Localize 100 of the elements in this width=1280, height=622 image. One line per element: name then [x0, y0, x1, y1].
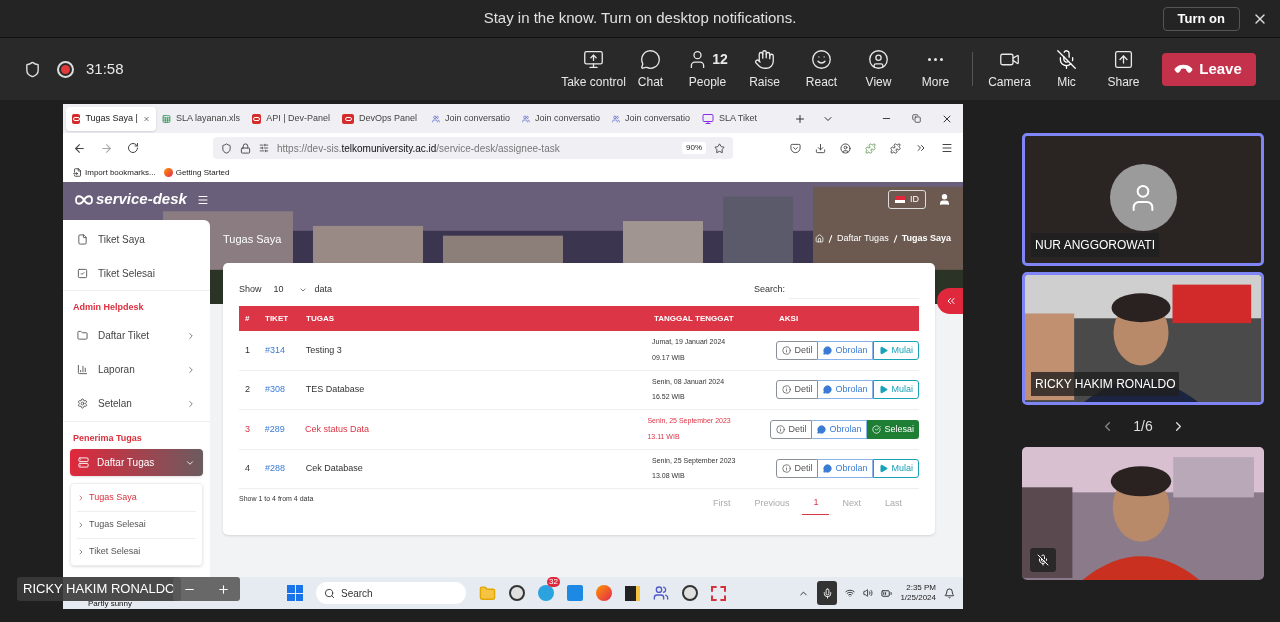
ticket-link[interactable]: #314 — [264, 343, 306, 357]
ticket-link[interactable]: #308 — [264, 383, 306, 397]
detail-button[interactable]: Detil — [776, 380, 819, 400]
telegram-icon[interactable] — [538, 585, 554, 601]
page-indicator: 1/6 — [1133, 416, 1153, 436]
done-button[interactable]: Selesai — [867, 419, 919, 439]
message-button[interactable]: Obrolan — [818, 459, 874, 479]
browser-tab[interactable]: Join conversatio — [426, 106, 516, 131]
toolbar-button[interactable]: Mic — [1038, 42, 1095, 96]
people-count: 12 — [712, 49, 728, 69]
clock-date[interactable]: 1/25/2024 — [900, 593, 936, 603]
battery-icon[interactable] — [881, 587, 893, 599]
sidebar-group-button[interactable]: Daftar Tugas — [70, 449, 203, 476]
browser-logo-icon[interactable] — [596, 585, 612, 601]
bookmark-item[interactable]: Import bookmarks... — [73, 166, 156, 179]
language-button[interactable]: ID — [888, 190, 926, 209]
detail-button[interactable]: Detil — [776, 459, 819, 479]
browser-tab[interactable]: Tugas Saya | — [66, 106, 156, 131]
sidebar-item[interactable]: Tiket Saya — [63, 222, 210, 256]
leave-button[interactable]: Leave — [1162, 52, 1256, 86]
new-tab-icon[interactable] — [794, 112, 806, 125]
back-icon[interactable] — [73, 141, 86, 155]
toolbar-button[interactable]: Camera — [981, 42, 1038, 96]
submenu-item[interactable]: Tugas Selesai — [77, 511, 196, 538]
taskbar-search[interactable]: Search — [316, 582, 466, 604]
pocket-icon[interactable] — [790, 142, 801, 154]
overflow-icon[interactable] — [915, 142, 927, 154]
sidebar-item[interactable]: Daftar Tiket — [63, 318, 210, 353]
detail-button[interactable]: Detil — [776, 340, 819, 360]
infinity-logo-icon — [252, 113, 262, 124]
user-icon[interactable] — [938, 193, 951, 206]
ticket-link[interactable]: #289 — [264, 422, 305, 436]
turn-on-button[interactable]: Turn on — [1162, 6, 1240, 31]
address-bar[interactable]: https://dev-sis.telkomuniversity.ac.id/service-desk/assignee-task 90% — [213, 137, 733, 159]
bookmark-item[interactable]: Getting Started — [163, 166, 230, 179]
team-icon[interactable] — [653, 585, 669, 601]
message-button[interactable]: Obrolan — [818, 340, 874, 360]
browser-tab[interactable]: API | Dev-Panel — [246, 106, 336, 131]
sidebar-item[interactable]: Laporan — [63, 352, 210, 387]
bar-chart-icon — [77, 364, 88, 375]
share-icon — [1113, 48, 1134, 70]
sticky-note-icon[interactable] — [625, 585, 640, 601]
browser-logo-icon — [163, 168, 173, 177]
browser-tab[interactable]: SLA Tiket — [696, 106, 786, 131]
notification-bell-icon[interactable] — [944, 587, 955, 599]
page-size-select[interactable]: 10 — [267, 281, 313, 299]
import-icon — [73, 168, 82, 177]
app-icon[interactable] — [682, 585, 698, 601]
volume-icon[interactable] — [863, 588, 874, 598]
account-icon[interactable] — [840, 142, 851, 154]
checkbox-icon — [77, 267, 88, 279]
browser-tab[interactable]: SLA layanan.xls — [156, 106, 246, 131]
zoom-level[interactable]: 90% — [682, 142, 706, 154]
zoom-in-icon[interactable] — [216, 582, 230, 596]
toolbar-button[interactable]: Raise — [736, 42, 793, 96]
browser-tab[interactable]: Join conversatio — [606, 106, 696, 131]
submenu-item[interactable]: Tiket Selesai — [77, 538, 196, 565]
screen-pointer-icon — [583, 48, 604, 70]
submenu-item[interactable]: Tugas Saya — [77, 484, 196, 511]
extensions-icon[interactable] — [890, 142, 901, 154]
sidebar-item[interactable]: Setelan — [63, 386, 210, 421]
spreadsheet-icon — [162, 112, 171, 125]
restore-icon[interactable] — [912, 114, 921, 123]
reload-icon[interactable] — [127, 142, 139, 154]
download-icon[interactable] — [815, 142, 826, 154]
more-icon — [928, 57, 943, 61]
pagination-link[interactable]: 1 — [802, 496, 830, 515]
detail-button[interactable]: Detil — [770, 419, 813, 439]
row-number: 3 — [244, 422, 251, 436]
participant-tile[interactable]: RICKY HAKIM RONALDO — [1022, 272, 1264, 405]
menu-icon[interactable] — [196, 193, 209, 206]
weather-text[interactable]: Partly sunny — [88, 600, 133, 608]
menu-icon[interactable] — [941, 142, 953, 154]
wifi-icon[interactable] — [845, 588, 856, 598]
clock-time[interactable]: 2:35 PM — [906, 583, 936, 593]
home-icon[interactable] — [815, 234, 825, 244]
play-icon — [879, 385, 889, 395]
message-button[interactable]: Obrolan — [818, 380, 874, 400]
ticket-link[interactable]: #288 — [264, 462, 306, 476]
app-icon[interactable] — [509, 585, 525, 601]
message-button[interactable]: Obrolan — [812, 419, 868, 439]
mic-button[interactable] — [817, 581, 838, 605]
snipping-icon[interactable] — [711, 585, 726, 601]
collapse-button[interactable] — [937, 288, 963, 314]
toolbar-button[interactable]: 12 People — [679, 42, 736, 96]
chevron-right-icon — [186, 398, 196, 409]
start-icon[interactable] — [287, 585, 303, 601]
settings-icon — [77, 398, 88, 409]
star-icon[interactable] — [714, 142, 725, 154]
toolbar-button[interactable]: React — [793, 42, 850, 96]
browser-tab[interactable]: DevOps Panel — [336, 106, 426, 131]
browser-tab[interactable]: Join conversatio — [516, 106, 606, 131]
toolbar-button[interactable]: Share — [1095, 42, 1152, 96]
participant-tile[interactable]: NUR ANGGOROWATI — [1022, 133, 1264, 266]
play-icon — [879, 464, 889, 474]
sidebar-item[interactable]: Tiket Selesai — [63, 256, 210, 290]
notification-badge: 32 — [547, 577, 560, 587]
breadcrumb-link[interactable]: Daftar Tugas — [837, 232, 889, 246]
toolbar-button[interactable]: View — [850, 42, 907, 96]
toolbar-button[interactable]: More — [907, 42, 964, 96]
